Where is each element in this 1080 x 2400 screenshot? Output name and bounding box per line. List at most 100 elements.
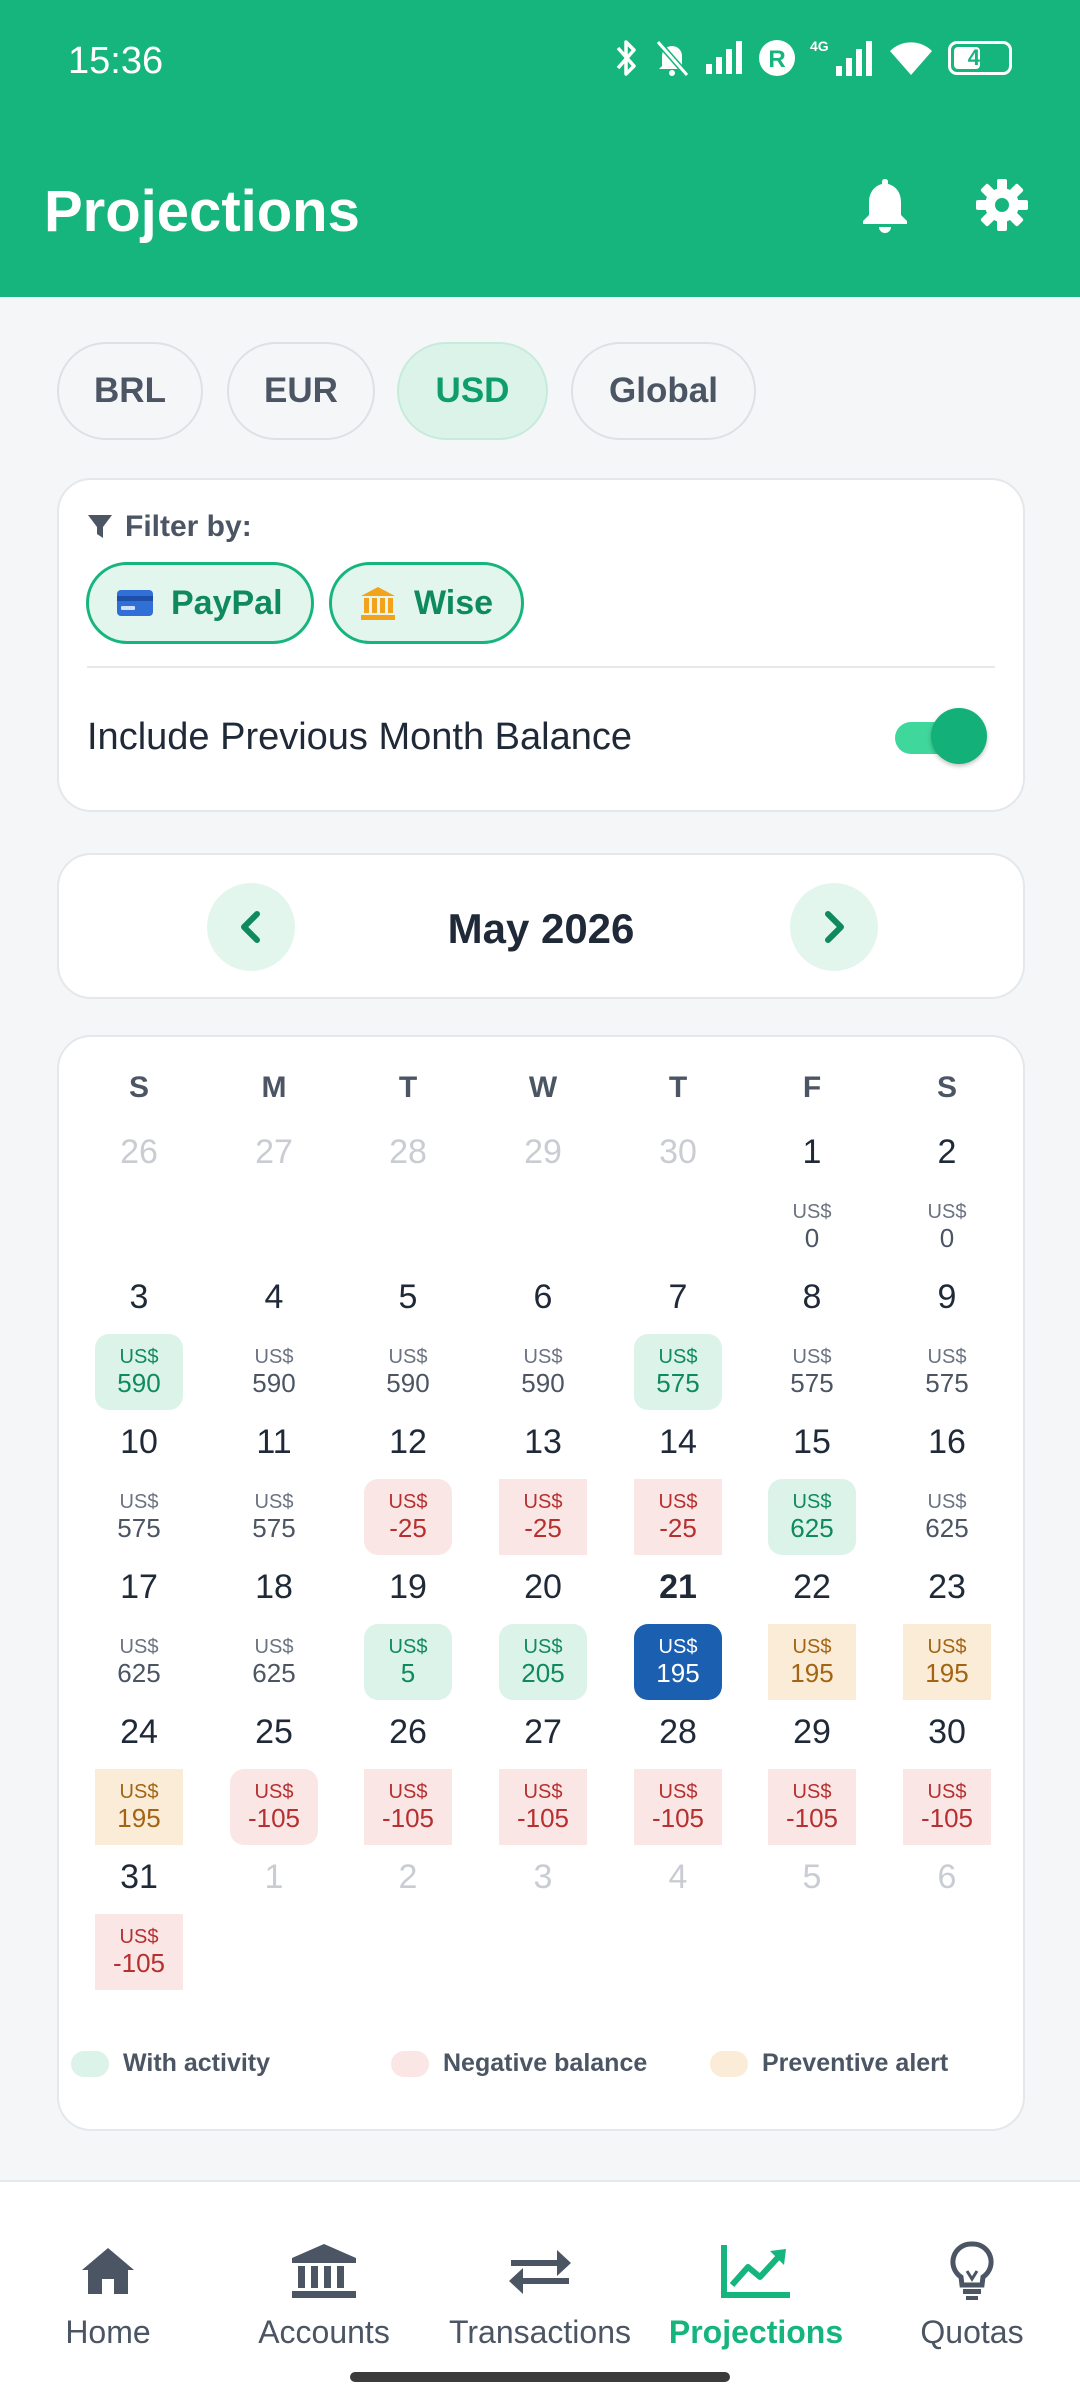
currency-chip-brl[interactable]: BRL — [57, 342, 203, 440]
day-balance[interactable]: US$ 575 — [768, 1334, 856, 1410]
calendar-day[interactable]: 23 — [902, 1568, 992, 1607]
day-balance[interactable]: US$ 195 — [903, 1624, 991, 1700]
calendar-day[interactable]: 12 — [363, 1423, 453, 1462]
calendar-day[interactable]: 25 — [229, 1713, 319, 1752]
chevron-right-icon — [825, 911, 844, 943]
calendar-day[interactable]: 20 — [498, 1568, 588, 1607]
day-balance[interactable]: US$ 5 — [364, 1624, 452, 1700]
calendar-day[interactable]: 30 — [902, 1713, 992, 1752]
calendar-grid: With activity Negative balance Preventiv… — [57, 1035, 1025, 2131]
weekday-header: T — [398, 1071, 418, 1104]
status-icons: R 4G 48 — [614, 38, 1012, 78]
day-balance[interactable]: US$ -105 — [364, 1769, 452, 1845]
day-balance[interactable]: US$ 590 — [499, 1334, 587, 1410]
day-balance[interactable]: US$ 590 — [230, 1334, 318, 1410]
day-balance[interactable]: US$ -25 — [364, 1479, 452, 1555]
day-balance-value: 625 — [117, 1657, 161, 1688]
day-balance[interactable]: US$ 195 — [634, 1624, 722, 1700]
day-balance-value: -105 — [651, 1802, 705, 1833]
notifications-button[interactable] — [850, 170, 920, 240]
nav-accounts[interactable]: Accounts — [216, 2238, 432, 2351]
day-balance[interactable]: US$ -105 — [230, 1769, 318, 1845]
day-balance[interactable]: US$ -105 — [903, 1769, 991, 1845]
calendar-day[interactable]: 6 — [498, 1278, 588, 1317]
account-filter-paypal[interactable]: PayPal — [86, 562, 314, 644]
calendar-day[interactable]: 5 — [363, 1278, 453, 1317]
calendar-day[interactable]: 8 — [767, 1278, 857, 1317]
calendar-day[interactable]: 29 — [767, 1713, 857, 1752]
svg-text:R: R — [768, 46, 785, 73]
day-balance-currency: US$ — [792, 1780, 832, 1803]
calendar-day[interactable]: 7 — [633, 1278, 723, 1317]
currency-chip-eur[interactable]: EUR — [227, 342, 375, 440]
day-balance-currency: US$ — [658, 1780, 698, 1803]
calendar-day[interactable]: 24 — [94, 1713, 184, 1752]
calendar-day[interactable]: 28 — [633, 1713, 723, 1752]
day-balance[interactable]: US$ 625 — [230, 1624, 318, 1700]
calendar-day[interactable]: 19 — [363, 1568, 453, 1607]
day-balance[interactable]: US$ -105 — [634, 1769, 722, 1845]
day-balance-value: -105 — [381, 1802, 435, 1833]
day-balance[interactable]: US$ 575 — [903, 1334, 991, 1410]
nav-transactions[interactable]: Transactions — [432, 2238, 648, 2351]
day-balance[interactable]: US$ -25 — [634, 1479, 722, 1555]
status-time: 15:36 — [68, 40, 164, 82]
calendar-day[interactable]: 17 — [94, 1568, 184, 1607]
calendar-day[interactable]: 13 — [498, 1423, 588, 1462]
next-month-button[interactable] — [790, 883, 878, 971]
previous-balance-toggle[interactable] — [895, 708, 987, 764]
nav-quotas[interactable]: Quotas — [864, 2238, 1080, 2351]
calendar-day[interactable]: 4 — [229, 1278, 319, 1317]
day-balance[interactable]: US$ 625 — [768, 1479, 856, 1555]
day-balance[interactable]: US$ 625 — [95, 1624, 183, 1700]
currency-chip-usd[interactable]: USD — [397, 342, 548, 440]
bell-off-icon — [655, 40, 690, 77]
day-balance[interactable]: US$ -105 — [768, 1769, 856, 1845]
calendar-day[interactable]: 10 — [94, 1423, 184, 1462]
calendar-day: 26 — [120, 1133, 158, 1171]
nav-home[interactable]: Home — [0, 2238, 216, 2351]
calendar-day: 1 — [264, 1858, 284, 1896]
day-balance[interactable]: US$ 575 — [230, 1479, 318, 1555]
day-balance[interactable]: US$ 625 — [903, 1479, 991, 1555]
day-balance[interactable]: US$ -105 — [499, 1769, 587, 1845]
day-balance[interactable]: US$ -105 — [95, 1914, 183, 1990]
day-balance-currency: US$ — [388, 1635, 428, 1658]
currency-chip-global[interactable]: Global — [571, 342, 756, 440]
home-indicator[interactable] — [350, 2372, 730, 2382]
calendar-day[interactable]: 11 — [229, 1423, 319, 1462]
day-balance[interactable]: US$ 0 — [903, 1189, 991, 1265]
calendar-day[interactable]: 15 — [767, 1423, 857, 1462]
calendar-day[interactable]: 22 — [767, 1568, 857, 1607]
calendar-day[interactable]: 2 — [902, 1133, 992, 1172]
calendar-day[interactable]: 21 — [633, 1568, 723, 1607]
calendar-day[interactable]: 18 — [229, 1568, 319, 1607]
calendar-day[interactable]: 1 — [767, 1133, 857, 1172]
filter-label-text: Filter by: — [125, 510, 252, 543]
day-balance[interactable]: US$ 575 — [634, 1334, 722, 1410]
day-balance[interactable]: US$ 195 — [768, 1624, 856, 1700]
calendar-day[interactable]: 31 — [94, 1858, 184, 1897]
calendar-day[interactable]: 14 — [633, 1423, 723, 1462]
day-balance[interactable]: US$ 590 — [95, 1334, 183, 1410]
day-balance[interactable]: US$ 205 — [499, 1624, 587, 1700]
day-balance-currency: US$ — [119, 1780, 159, 1803]
bottom-navigation: Home Accounts Transactions Projections Q… — [0, 2180, 1080, 2400]
nav-label: Accounts — [258, 2314, 390, 2350]
calendar-day[interactable]: 16 — [902, 1423, 992, 1462]
day-balance[interactable]: US$ 0 — [768, 1189, 856, 1265]
day-balance-value: 590 — [386, 1367, 430, 1398]
day-balance[interactable]: US$ 590 — [364, 1334, 452, 1410]
day-balance[interactable]: US$ -25 — [499, 1479, 587, 1555]
calendar-day[interactable]: 26 — [363, 1713, 453, 1752]
calendar-day: 28 — [389, 1133, 427, 1171]
calendar-day[interactable]: 3 — [94, 1278, 184, 1317]
calendar-day[interactable]: 9 — [902, 1278, 992, 1317]
calendar-day: 30 — [659, 1133, 697, 1171]
settings-button[interactable] — [967, 170, 1037, 240]
day-balance[interactable]: US$ 575 — [95, 1479, 183, 1555]
day-balance[interactable]: US$ 195 — [95, 1769, 183, 1845]
account-filter-wise[interactable]: Wise — [329, 562, 525, 644]
calendar-day[interactable]: 27 — [498, 1713, 588, 1752]
nav-projections[interactable]: Projections — [648, 2238, 864, 2351]
